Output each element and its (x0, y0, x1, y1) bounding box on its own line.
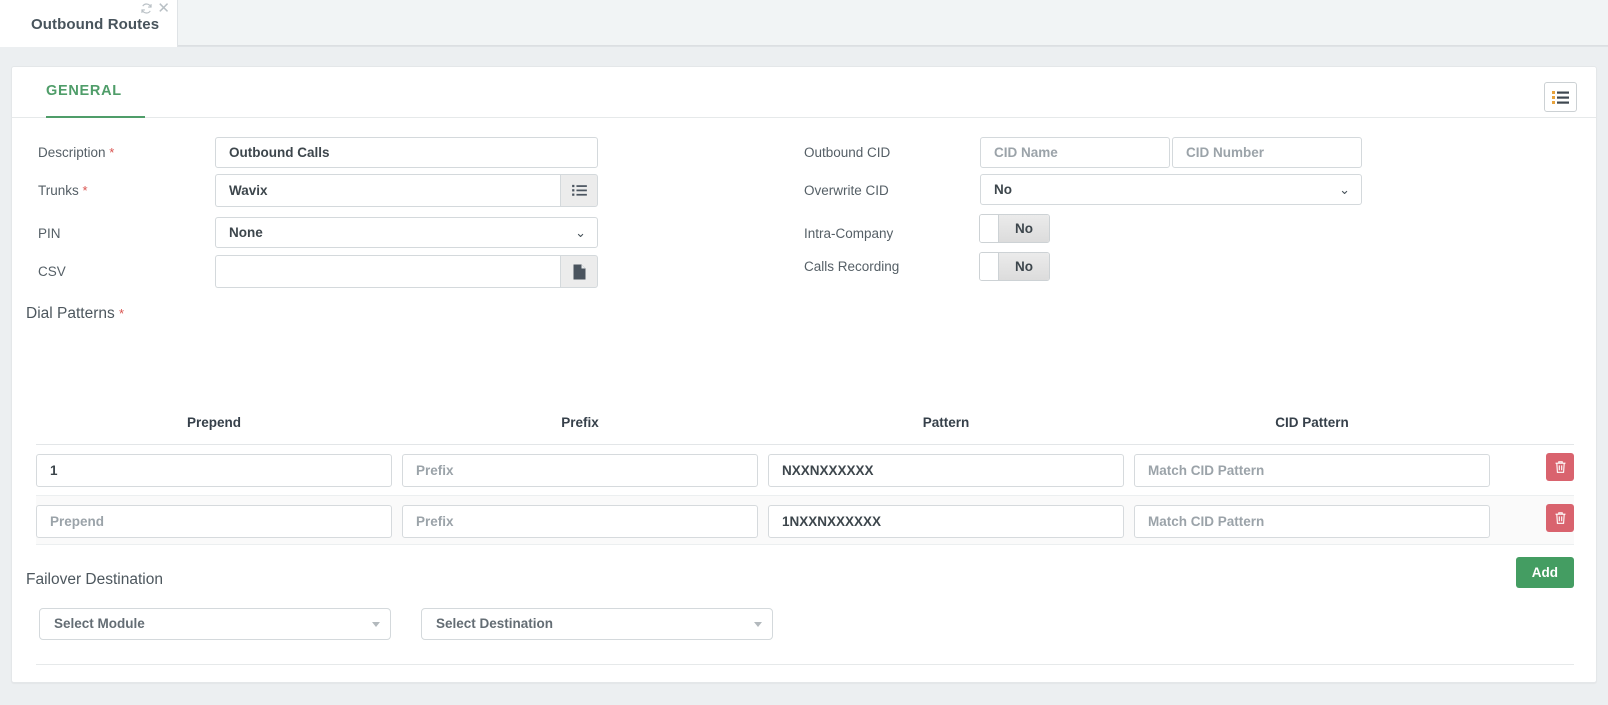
outbound-cid-label: Outbound CID (804, 145, 891, 160)
chevron-down-icon: ⌄ (1339, 182, 1350, 197)
row-1-prepend-input[interactable]: Prepend (36, 505, 392, 538)
tab-outbound-routes[interactable]: Outbound Routes ✕ (0, 0, 178, 47)
calls-recording-label: Calls Recording (804, 259, 900, 274)
row-1-pattern-input[interactable]: 1NXXNXXXXXX (768, 505, 1124, 538)
description-label-text: Description (38, 145, 106, 160)
calls-recording-toggle-value: No (999, 253, 1049, 280)
trunks-label-text: Trunks (38, 183, 79, 198)
dial-patterns-title: Dial Patterns * (26, 305, 124, 323)
toggle-knob (980, 215, 999, 242)
description-required-marker: * (109, 145, 115, 160)
tab-actions: ✕ (140, 1, 170, 16)
tabstrip-background (177, 0, 1608, 46)
trash-icon (1555, 461, 1565, 473)
row-1-delete-button[interactable] (1546, 504, 1574, 532)
trunks-label: Trunks * (38, 183, 88, 198)
column-header-cid-pattern: CID Pattern (1275, 415, 1349, 430)
dial-patterns-required-marker: * (119, 306, 125, 321)
failover-divider (36, 664, 1574, 665)
column-header-pattern: Pattern (922, 415, 970, 430)
list-icon (1552, 90, 1569, 104)
pin-select[interactable]: None ⌄ (215, 217, 598, 248)
list-icon (571, 184, 587, 196)
dial-patterns-table: Prepend Prefix Pattern CID Pattern 1 Pre… (36, 403, 1574, 601)
row-1-cid-pattern-input[interactable]: Match CID Pattern (1134, 505, 1490, 538)
csv-input[interactable] (215, 255, 560, 288)
browser-tabstrip: Outbound Routes ✕ (0, 0, 1608, 47)
add-button[interactable]: Add (1515, 557, 1574, 588)
row-0-prepend-input[interactable]: 1 (36, 454, 392, 487)
csv-file-button[interactable] (560, 255, 598, 288)
select-module-value: Select Module (54, 616, 145, 631)
description-label: Description * (38, 145, 114, 160)
failover-destination-title: Failover Destination (26, 571, 163, 588)
row-0-cid-pattern-input[interactable]: Match CID Pattern (1134, 454, 1490, 487)
add-row-area: Add (36, 545, 1574, 601)
overwrite-cid-select-value: No (994, 182, 1012, 197)
file-icon (573, 264, 585, 279)
pin-select-value: None (229, 225, 263, 240)
dial-patterns-title-text: Dial Patterns (26, 305, 115, 322)
chevron-down-icon (754, 622, 762, 627)
row-0-pattern-input[interactable]: NXXNXXXXXX (768, 454, 1124, 487)
trunks-input-group: Wavix (215, 174, 598, 207)
intra-company-toggle[interactable]: No (979, 214, 1050, 243)
trunks-required-marker: * (82, 183, 88, 198)
dial-patterns-header-row: Prepend Prefix Pattern CID Pattern (36, 403, 1574, 445)
column-header-prefix: Prefix (561, 415, 599, 430)
cid-name-input[interactable]: CID Name (980, 137, 1170, 168)
csv-label: CSV (38, 264, 66, 279)
cid-number-input[interactable]: CID Number (1172, 137, 1362, 168)
tab-outbound-routes-label: Outbound Routes (31, 16, 160, 33)
tab-general[interactable]: GENERAL (46, 83, 122, 99)
select-destination-dropdown[interactable]: Select Destination (421, 608, 773, 640)
column-header-prepend: Prepend (186, 415, 241, 430)
row-0-prefix-input[interactable]: Prefix (402, 454, 758, 487)
overwrite-cid-select[interactable]: No ⌄ (980, 174, 1362, 205)
toggle-knob (980, 253, 999, 280)
row-1-prefix-input[interactable]: Prefix (402, 505, 758, 538)
intra-company-toggle-value: No (999, 215, 1049, 242)
select-destination-value: Select Destination (436, 616, 554, 631)
row-0-delete-button[interactable] (1546, 453, 1574, 481)
list-view-button[interactable] (1544, 82, 1577, 112)
intra-company-label: Intra-Company (804, 226, 894, 241)
csv-input-group (215, 255, 598, 288)
outbound-route-card: GENERAL Description * Outbound Calls Tru… (11, 66, 1597, 683)
trash-icon (1555, 512, 1565, 524)
tab-general-indicator (46, 116, 145, 118)
trunks-input[interactable]: Wavix (215, 174, 560, 207)
trunks-picker-button[interactable] (560, 174, 598, 207)
refresh-icon[interactable] (140, 2, 153, 15)
chevron-down-icon: ⌄ (575, 225, 586, 240)
close-icon[interactable]: ✕ (157, 1, 170, 16)
table-row: 1 Prefix NXXNXXXXXX Match CID Pattern (36, 445, 1574, 495)
table-row: Prepend Prefix 1NXXNXXXXXX Match CID Pat… (36, 495, 1574, 545)
overwrite-cid-label: Overwrite CID (804, 183, 889, 198)
description-input[interactable]: Outbound Calls (215, 137, 598, 168)
select-module-dropdown[interactable]: Select Module (39, 608, 391, 640)
pin-label: PIN (38, 226, 61, 241)
chevron-down-icon (372, 622, 380, 627)
calls-recording-toggle[interactable]: No (979, 252, 1050, 281)
card-tabbar: GENERAL (12, 67, 1596, 118)
